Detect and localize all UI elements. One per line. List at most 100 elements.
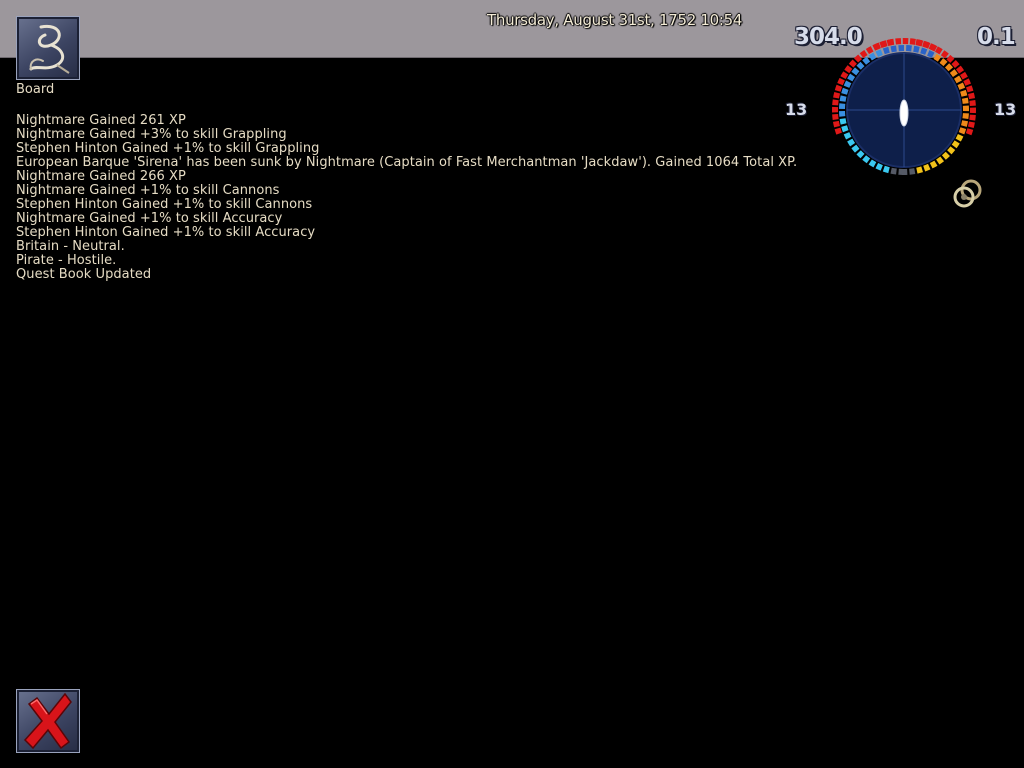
crew-segment (862, 155, 871, 164)
hull-segment (832, 106, 839, 113)
hull-segment (966, 85, 974, 93)
crew-segment (851, 144, 860, 153)
crew-segment (920, 47, 928, 55)
crew-segment (847, 138, 856, 147)
crew-segment (839, 103, 846, 109)
crew-segment (933, 53, 942, 62)
crew-segment (875, 49, 883, 57)
crew-segment (913, 45, 920, 53)
hull-segment (969, 99, 976, 106)
game-datetime: Thursday, August 31st, 1752 10:54 (487, 11, 743, 29)
hull-segment (967, 121, 975, 129)
crew-segment (951, 140, 960, 149)
hull-segment (833, 91, 841, 99)
right-cannons-count: 13 (994, 100, 1017, 119)
hull-segment (834, 84, 843, 92)
crew-segment (929, 160, 938, 169)
crew-segment (851, 67, 860, 76)
crew-segment (868, 159, 877, 168)
crew-segment (960, 120, 969, 127)
crew-segment (839, 118, 847, 125)
hull-segment (832, 114, 839, 121)
crew-segment (843, 132, 852, 140)
crew-segment (862, 56, 871, 65)
hull-segment (902, 38, 909, 45)
log-entry: Nightmare Gained +1% to skill Accuracy (16, 211, 283, 226)
hull-segment (916, 39, 924, 47)
crew-segment (955, 133, 964, 142)
hull-segment (968, 92, 976, 100)
red-x-icon (23, 692, 72, 750)
ship-icon (899, 99, 909, 127)
board-label: Board (16, 82, 55, 97)
log-entry: Stephen Hinton Gained +1% to skill Accur… (16, 225, 316, 240)
rings-icon[interactable] (950, 177, 986, 211)
crew-segment (890, 167, 897, 175)
board-button[interactable] (16, 16, 80, 80)
crew-segment (839, 111, 846, 117)
close-button[interactable] (16, 689, 80, 753)
rope-grapple-icon (29, 24, 70, 74)
hull-segment (969, 107, 976, 114)
crew-segment (961, 97, 969, 104)
log-entry: Nightmare Gained +1% to skill Cannons (16, 183, 280, 198)
rings-icon-graphic (953, 179, 982, 208)
crew-segment (927, 50, 935, 58)
ship-status-compass (780, 22, 1024, 212)
crew-segment (841, 125, 849, 133)
ship-speed: 304.0 (794, 24, 863, 50)
hull-segment (834, 127, 842, 135)
crew-segment (939, 58, 948, 67)
crew-segment (941, 151, 950, 160)
hull-segment (959, 71, 968, 80)
crew-segment (882, 165, 890, 174)
crew-segment (898, 45, 904, 52)
hull-segment (832, 99, 839, 106)
log-entry: Quest Book Updated (16, 267, 152, 282)
crew-segment (901, 168, 908, 175)
crew-segment (962, 113, 969, 120)
hull-segment (965, 128, 974, 136)
compass-dial (832, 38, 976, 175)
log-entry: European Barque 'Sirena' has been sunk b… (16, 155, 798, 170)
crew-segment (906, 45, 912, 52)
crew-segment (841, 87, 849, 95)
crew-segment (947, 146, 956, 155)
crew-segment (856, 61, 865, 70)
hull-segment (956, 65, 965, 74)
hull-segment (832, 120, 840, 128)
crew-segment (954, 75, 962, 84)
crew-segment (868, 52, 877, 61)
game-screen: Thursday, August 31st, 1752 10:54 Board … (0, 0, 1024, 768)
crew-segment (957, 82, 966, 90)
crew-segment (949, 69, 958, 78)
hull-segment (951, 59, 960, 69)
hull-segment (963, 78, 971, 86)
crew-segment (847, 73, 856, 82)
crew-segment (916, 166, 924, 174)
log-entry: Nightmare Gained 261 XP (16, 113, 186, 128)
hull-segment (840, 71, 849, 80)
hull-segment (946, 54, 955, 63)
log-entry: Stephen Hinton Gained +1% to skill Grapp… (16, 141, 320, 156)
hull-segment (853, 54, 863, 63)
crew-segment (962, 105, 969, 112)
hull-segment (895, 38, 902, 45)
log-entry: Nightmare Gained 266 XP (16, 169, 186, 184)
log-entry: Britain - Neutral. (16, 239, 125, 254)
crew-segment (875, 163, 883, 171)
log-entry: Stephen Hinton Gained +1% to skill Canno… (16, 197, 313, 212)
hull-segment (859, 49, 868, 58)
crew-segment (960, 89, 968, 97)
crew-segment (958, 127, 967, 135)
log-entry: Nightmare Gained +3% to skill Grappling (16, 127, 287, 142)
wind-speed: 0.1 (977, 24, 1016, 50)
crew-segment (856, 150, 865, 159)
crew-segment (882, 46, 890, 55)
crew-segment (923, 163, 931, 172)
hull-segment (940, 50, 949, 59)
hull-segment (837, 77, 845, 86)
log-entry: Pirate - Hostile. (16, 253, 117, 268)
hull-segment (969, 114, 976, 121)
left-cannons-count: 13 (785, 100, 808, 119)
